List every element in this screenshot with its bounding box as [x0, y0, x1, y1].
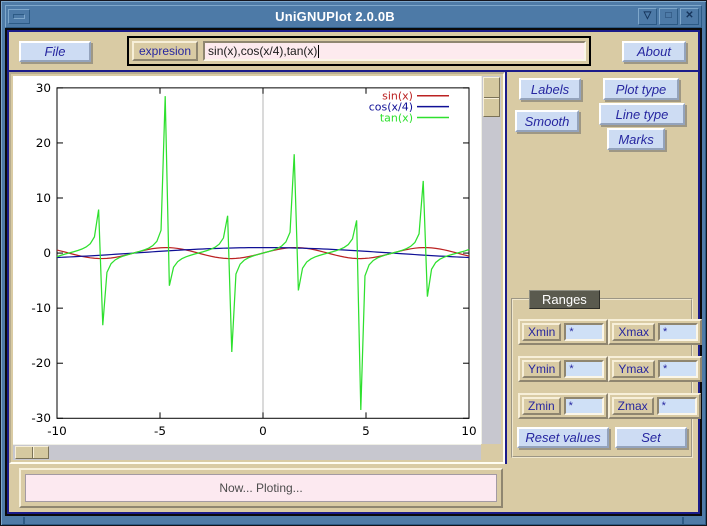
plot-type-button[interactable]: Plot type — [603, 78, 679, 100]
window-maximize-button[interactable]: □ — [659, 8, 678, 25]
svg-text:10: 10 — [461, 424, 476, 438]
xmax-input[interactable]: * — [658, 323, 698, 341]
xmax-group: Xmax * — [608, 319, 702, 345]
toolbar: File expresion sin(x),cos(x/4),tan(x) Ab… — [9, 32, 698, 70]
window-resize-edge[interactable] — [5, 516, 702, 525]
svg-text:0: 0 — [259, 424, 267, 438]
smooth-button[interactable]: Smooth — [515, 110, 579, 132]
line-type-button[interactable]: Line type — [599, 103, 685, 125]
svg-text:0: 0 — [43, 246, 51, 260]
xmax-button[interactable]: Xmax — [612, 323, 655, 341]
status-message: Now... Ploting... — [25, 474, 497, 502]
reset-values-button[interactable]: Reset values — [517, 427, 609, 448]
titlebar[interactable]: UniGNUPlot 2.0.0B ▽ □ ✕ — [5, 5, 702, 28]
xmin-input[interactable]: * — [564, 323, 604, 341]
svg-text:5: 5 — [362, 424, 370, 438]
expression-input[interactable]: sin(x),cos(x/4),tan(x) — [203, 41, 586, 61]
expression-button[interactable]: expresion — [132, 41, 198, 61]
content: File expresion sin(x),cos(x/4),tan(x) Ab… — [7, 30, 700, 514]
expression-value: sin(x),cos(x/4),tan(x) — [208, 44, 317, 58]
ymax-group: Ymax * — [608, 356, 702, 382]
horizontal-scrollbar-thumb[interactable] — [15, 446, 49, 459]
ymax-button[interactable]: Ymax — [612, 360, 655, 378]
horizontal-scrollbar[interactable] — [13, 444, 481, 460]
xmin-group: Xmin * — [518, 319, 608, 345]
marks-button[interactable]: Marks — [607, 128, 665, 150]
status-frame: Now... Ploting... — [19, 468, 503, 508]
svg-text:-20: -20 — [31, 356, 51, 370]
svg-text:tan(x): tan(x) — [380, 112, 413, 125]
ymin-button[interactable]: Ymin — [522, 360, 561, 378]
text-caret — [318, 45, 319, 58]
zmin-input[interactable]: * — [564, 397, 604, 415]
close-icon: ✕ — [685, 10, 693, 21]
application-window: UniGNUPlot 2.0.0B ▽ □ ✕ File expresion s… — [0, 0, 707, 526]
shade-icon: ▽ — [644, 10, 652, 21]
zmin-button[interactable]: Zmin — [522, 397, 561, 415]
about-button[interactable]: About — [622, 41, 686, 62]
plot-canvas: -30-20-100102030-10-50510sin(x)cos(x/4)t… — [13, 76, 481, 444]
sidebar: Labels Plot type Line type Smooth Marks … — [505, 72, 698, 464]
labels-button[interactable]: Labels — [519, 78, 581, 100]
vertical-scrollbar-thumb[interactable] — [483, 77, 500, 117]
svg-text:10: 10 — [36, 191, 51, 205]
svg-text:-5: -5 — [154, 424, 166, 438]
scrollbar-corner — [481, 444, 501, 460]
ymin-group: Ymin * — [518, 356, 608, 382]
svg-text:30: 30 — [36, 81, 51, 95]
set-button[interactable]: Set — [615, 427, 687, 448]
ymin-input[interactable]: * — [564, 360, 604, 378]
svg-text:-10: -10 — [31, 301, 51, 315]
main-area: -30-20-100102030-10-50510sin(x)cos(x/4)t… — [9, 70, 698, 464]
zmax-input[interactable]: * — [657, 397, 697, 415]
ranges-title: Ranges — [529, 290, 600, 309]
maximize-icon: □ — [665, 10, 671, 21]
svg-text:20: 20 — [36, 136, 51, 150]
xmin-button[interactable]: Xmin — [522, 323, 561, 341]
window-menu-button[interactable] — [8, 9, 30, 24]
plot-panel: -30-20-100102030-10-50510sin(x)cos(x/4)t… — [9, 72, 505, 464]
ranges-group: Ranges Xmin * Xmax * — [511, 298, 693, 458]
svg-text:-30: -30 — [31, 411, 51, 425]
vertical-scrollbar[interactable] — [481, 76, 501, 444]
window-shade-button[interactable]: ▽ — [638, 8, 657, 25]
window-menu-icon — [13, 14, 25, 19]
ymax-input[interactable]: * — [658, 360, 698, 378]
content-frame: File expresion sin(x),cos(x/4),tan(x) Ab… — [5, 28, 702, 516]
window-close-button[interactable]: ✕ — [680, 8, 699, 25]
status-row: Now... Ploting... — [9, 464, 698, 512]
file-button[interactable]: File — [19, 41, 91, 62]
zmin-group: Zmin * — [518, 393, 608, 419]
plot-svg: -30-20-100102030-10-50510sin(x)cos(x/4)t… — [13, 76, 481, 444]
window-title: UniGNUPlot 2.0.0B — [34, 9, 636, 24]
expression-group: expresion sin(x),cos(x/4),tan(x) — [127, 36, 591, 66]
svg-text:-10: -10 — [47, 424, 67, 438]
zmax-group: Zmax * — [608, 393, 701, 419]
zmax-button[interactable]: Zmax — [612, 397, 654, 415]
